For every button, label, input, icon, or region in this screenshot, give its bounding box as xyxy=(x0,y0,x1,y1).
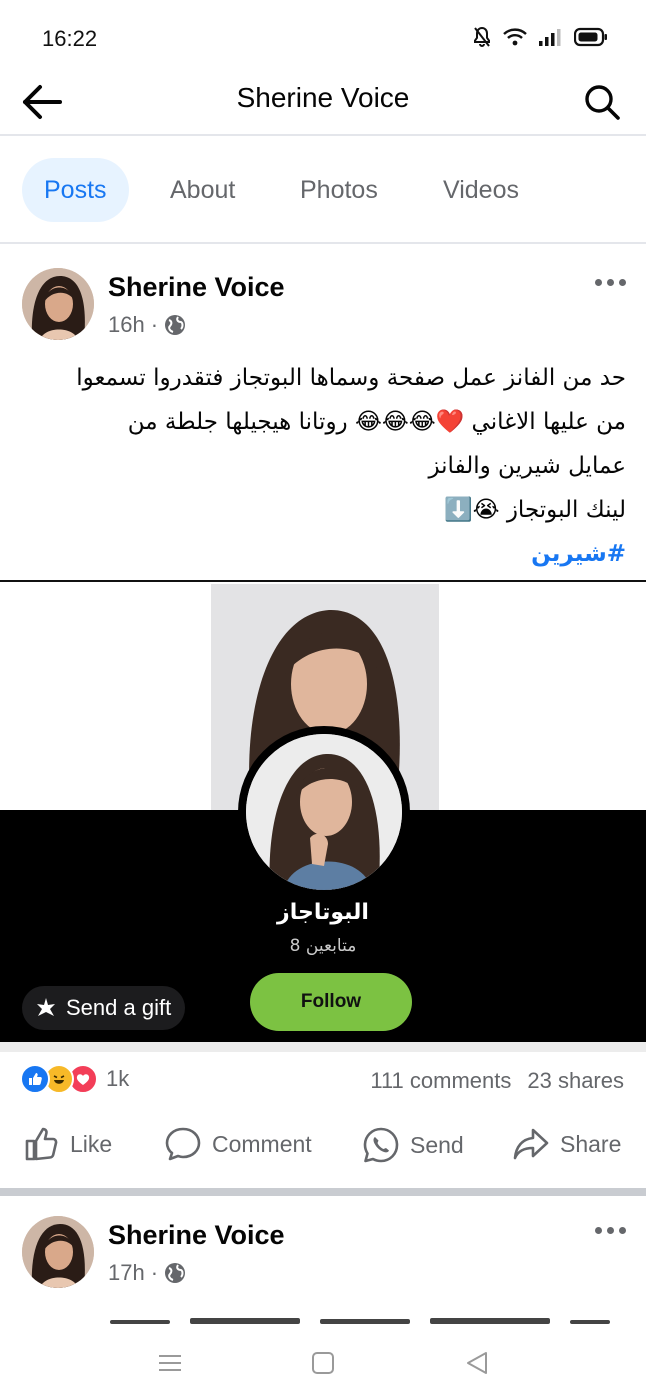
like-button[interactable]: Like xyxy=(24,1126,112,1162)
next-post-more-button[interactable] xyxy=(590,1220,630,1240)
reaction-summary[interactable]: 1k xyxy=(20,1064,129,1094)
home-button[interactable] xyxy=(308,1348,338,1378)
post-divider xyxy=(0,1188,646,1196)
hashtag-link[interactable]: #شيرين xyxy=(531,541,626,567)
next-post-text-peek xyxy=(100,1312,620,1326)
send-label: Send xyxy=(410,1131,464,1158)
engagement-stats: 111 comments 23 shares xyxy=(370,1068,624,1094)
next-post-meta: 17h · xyxy=(108,1260,186,1286)
post-body: حد من الفانز عمل صفحة وسماها البوتجاز فت… xyxy=(22,356,626,576)
globe-icon xyxy=(165,1263,186,1283)
app-bar: Sherine Voice xyxy=(0,70,646,136)
reaction-count: 1k xyxy=(106,1066,130,1091)
tab-about[interactable]: About xyxy=(148,158,257,222)
dot-icon xyxy=(606,1226,614,1234)
system-nav-bar xyxy=(0,1326,646,1400)
share-label: Share xyxy=(560,1130,622,1157)
author-name[interactable]: Sherine Voice xyxy=(108,272,285,303)
status-bar: 16:22 xyxy=(0,0,646,70)
media-page-name: البوتاجاز xyxy=(277,900,369,925)
media-followers: متابعين 8 xyxy=(289,936,357,956)
text-fragment xyxy=(110,1318,610,1324)
wifi-icon xyxy=(503,28,527,46)
dot-icon xyxy=(606,278,614,286)
comment-bubble-icon xyxy=(165,1127,201,1161)
next-post-author[interactable]: Sherine Voice xyxy=(108,1220,285,1251)
meta-separator: · xyxy=(150,312,159,337)
next-post-time: 17h xyxy=(108,1260,145,1285)
tab-photos[interactable]: Photos xyxy=(278,158,400,222)
post-line: حد من الفانز عمل صفحة وسماها البوتجاز فت… xyxy=(76,365,626,391)
dot-icon xyxy=(618,278,626,286)
post-line: عمايل شيرين والفانز xyxy=(428,453,626,479)
share-button[interactable]: Share xyxy=(512,1126,621,1162)
comment-button[interactable]: Comment xyxy=(164,1126,312,1162)
status-icons xyxy=(472,26,608,48)
post-actions: Like Comment Send Share xyxy=(0,1112,646,1188)
globe-icon xyxy=(165,315,186,335)
back-triangle-icon xyxy=(467,1352,487,1374)
menu-lines-icon xyxy=(159,1355,181,1371)
search-icon xyxy=(585,85,620,120)
mute-bell-icon xyxy=(474,26,490,47)
search-button[interactable] xyxy=(582,82,622,122)
dot-icon xyxy=(594,1226,602,1234)
like-label: Like xyxy=(70,1130,113,1157)
home-square-icon xyxy=(312,1352,334,1374)
nav-back-button[interactable] xyxy=(462,1348,492,1378)
follow-button[interactable]: Follow xyxy=(250,973,412,1031)
signal-icon xyxy=(539,29,561,46)
gift-sparkle-icon xyxy=(37,998,55,1016)
author-avatar[interactable] xyxy=(22,268,94,340)
status-time: 16:22 xyxy=(42,26,98,51)
avatar-portrait xyxy=(22,268,94,340)
share-arrow-icon xyxy=(513,1128,549,1160)
profile-portrait xyxy=(246,734,402,890)
post-meta: 16h · xyxy=(108,312,186,338)
next-post-avatar[interactable] xyxy=(22,1216,94,1288)
profile-tabs: Posts About Photos Videos xyxy=(0,138,646,244)
page-title: Sherine Voice xyxy=(236,82,410,113)
post-line: من عليها الاغاني ❤️😂😂😂 روتانا هيجيلها جل… xyxy=(127,409,626,435)
send-button[interactable]: Send xyxy=(362,1126,464,1164)
thumbs-up-icon xyxy=(25,1127,58,1161)
post-time: 16h xyxy=(108,312,145,337)
shares-count[interactable]: 23 shares xyxy=(527,1068,624,1094)
send-gift-button[interactable]: Send a gift xyxy=(22,986,186,1030)
media-profile-picture xyxy=(238,726,410,898)
send-gift-label: Send a gift xyxy=(66,995,172,1020)
battery-icon xyxy=(574,27,607,47)
like-reaction-icon xyxy=(20,1064,50,1094)
comments-count[interactable]: 111 comments xyxy=(370,1068,511,1094)
post-media[interactable]: البوتاجاز متابعين 8 Send a gift Follow xyxy=(0,580,646,1052)
media-bottom-strip xyxy=(0,1042,646,1052)
tab-videos[interactable]: Videos xyxy=(421,158,541,222)
recents-button[interactable] xyxy=(155,1348,185,1378)
dot-icon xyxy=(594,278,602,286)
dot-icon xyxy=(618,1226,626,1234)
post-line: لينك البوتجاز 😭⬇️ xyxy=(444,497,626,523)
meta-separator: · xyxy=(150,1260,159,1285)
tab-posts[interactable]: Posts xyxy=(22,158,129,222)
comment-label: Comment xyxy=(212,1130,312,1157)
avatar-portrait xyxy=(22,1216,94,1288)
whatsapp-icon xyxy=(363,1127,399,1163)
more-options-button[interactable] xyxy=(590,272,630,292)
